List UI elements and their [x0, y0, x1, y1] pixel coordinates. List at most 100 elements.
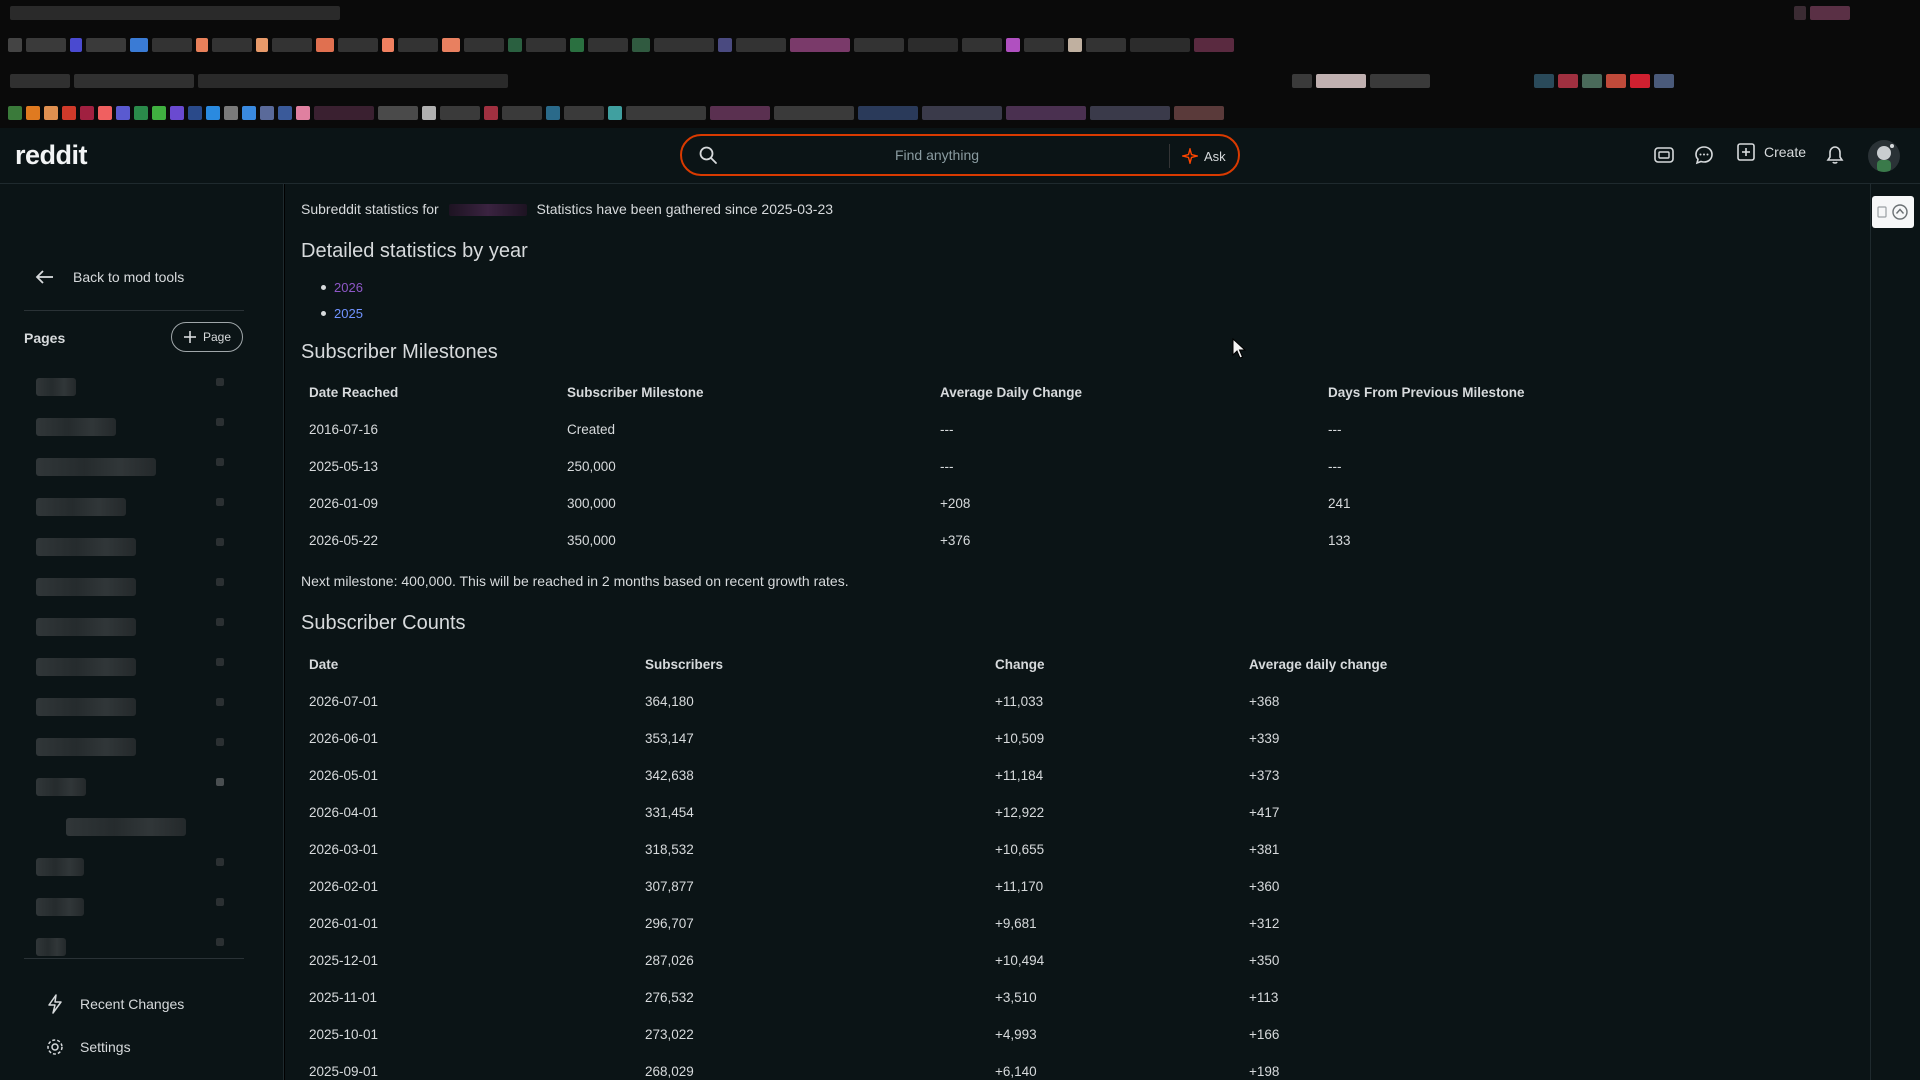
- table-cell: +4,993: [995, 1027, 1037, 1042]
- wiki-page-item[interactable]: [36, 938, 66, 956]
- add-page-label: Page: [202, 330, 232, 344]
- wiki-page-item[interactable]: [36, 458, 156, 476]
- sidebar: Back to mod tools Pages Page Recent Chan…: [0, 184, 284, 1080]
- wiki-page-item[interactable]: [36, 578, 136, 596]
- table-row: 2026-01-09 300,000 +208 241: [301, 485, 1601, 522]
- ask-button[interactable]: Ask: [1182, 144, 1226, 168]
- column-header: Average daily change: [1249, 657, 1388, 672]
- table-cell: 307,877: [645, 879, 694, 894]
- table-cell: 2016-07-16: [309, 422, 379, 437]
- table-cell: 2026-06-01: [309, 731, 379, 746]
- main-content: Subreddit statistics for Statistics have…: [285, 184, 1870, 1080]
- year-link-2025[interactable]: 2025: [334, 306, 363, 321]
- table-cell: +12,922: [995, 805, 1045, 820]
- table-cell: 2026-05-01: [309, 768, 379, 783]
- table-cell: 133: [1328, 533, 1351, 548]
- table-cell: Created: [567, 422, 616, 437]
- wiki-page-item[interactable]: [36, 898, 84, 916]
- user-avatar[interactable]: [1868, 140, 1900, 172]
- wiki-page-item[interactable]: [36, 738, 136, 756]
- back-to-mod-tools-link[interactable]: Back to mod tools: [35, 269, 184, 285]
- sparkle-icon: [1182, 148, 1198, 164]
- wiki-page-item[interactable]: [36, 858, 84, 876]
- browser-chrome: [0, 0, 1920, 128]
- settings-link[interactable]: Settings: [46, 1038, 131, 1056]
- table-cell: +166: [1249, 1027, 1280, 1042]
- table-cell: +6,140: [995, 1064, 1037, 1079]
- table-cell: 318,532: [645, 842, 694, 857]
- intro-prefix: Subreddit statistics for: [301, 201, 439, 217]
- wiki-page-item-marker: [216, 698, 224, 706]
- search-divider: [1169, 144, 1170, 168]
- address-bar[interactable]: [0, 70, 1920, 92]
- table-row: 2025-12-01 287,026 +10,494 +350: [301, 942, 1601, 979]
- table-cell: +350: [1249, 953, 1280, 968]
- wiki-page-item[interactable]: [36, 378, 76, 396]
- wiki-page-item[interactable]: [36, 538, 136, 556]
- table-cell: 276,532: [645, 990, 694, 1005]
- search-input[interactable]: [732, 140, 1142, 170]
- subscriber-counts-table: Date Subscribers Change Average daily ch…: [301, 646, 1601, 1080]
- wiki-page-item-marker: [216, 618, 224, 626]
- wiki-page-item[interactable]: [36, 778, 86, 796]
- table-cell: 2025-11-01: [309, 990, 378, 1005]
- redacted-subreddit-name: [448, 204, 527, 217]
- wiki-page-item[interactable]: [36, 698, 136, 716]
- sidebar-divider: [24, 310, 244, 311]
- table-cell: 2026-07-01: [309, 694, 379, 709]
- table-cell: +9,681: [995, 916, 1037, 931]
- table-cell: +11,170: [995, 879, 1044, 894]
- wiki-page-item-marker: [216, 778, 224, 786]
- scroll-to-top-button[interactable]: [1872, 196, 1914, 228]
- wiki-page-item[interactable]: [36, 498, 126, 516]
- table-cell: 300,000: [567, 496, 616, 511]
- create-button[interactable]: Create: [1736, 142, 1806, 162]
- recent-changes-link[interactable]: Recent Changes: [46, 994, 184, 1014]
- advertise-icon[interactable]: [1653, 144, 1675, 166]
- add-page-button[interactable]: Page: [171, 322, 243, 352]
- chat-icon[interactable]: [1693, 144, 1715, 166]
- chrome-row: [0, 2, 1920, 24]
- table-cell: +360: [1249, 879, 1280, 894]
- year-link-2026[interactable]: 2026: [334, 280, 363, 295]
- table-header-row: Date Reached Subscriber Milestone Averag…: [301, 374, 1601, 411]
- table-row: 2026-03-01 318,532 +10,655 +381: [301, 831, 1601, 868]
- wiki-page-subitem[interactable]: [66, 818, 186, 836]
- wiki-page-item[interactable]: [36, 618, 136, 636]
- table-cell: 342,638: [645, 768, 694, 783]
- table-row: 2026-07-01 364,180 +11,033 +368: [301, 683, 1601, 720]
- table-cell: 2025-12-01: [309, 953, 379, 968]
- wiki-page-item[interactable]: [36, 418, 116, 436]
- bell-icon[interactable]: [1824, 144, 1846, 166]
- avatar-icon: [1877, 144, 1894, 172]
- table-cell: +3,510: [995, 990, 1037, 1005]
- create-label: Create: [1764, 144, 1807, 160]
- reddit-logo[interactable]: reddit: [15, 140, 88, 171]
- table-cell: +339: [1249, 731, 1280, 746]
- search-bar[interactable]: Ask: [680, 134, 1240, 176]
- table-cell: 2026-01-01: [309, 916, 379, 931]
- table-cell: ---: [1328, 459, 1342, 474]
- search-icon: [699, 146, 717, 164]
- wiki-page-item[interactable]: [36, 658, 136, 676]
- wiki-page-item-marker: [216, 938, 224, 946]
- arrow-up-circle-icon: [1877, 204, 1908, 220]
- table-cell: ---: [1328, 422, 1342, 437]
- tab-strip[interactable]: [0, 34, 1920, 56]
- table-cell: +113: [1249, 990, 1279, 1005]
- table-cell: 364,180: [645, 694, 694, 709]
- bookmarks-bar[interactable]: [0, 102, 1920, 124]
- pages-heading: Pages: [24, 330, 66, 346]
- mouse-cursor-icon: [1232, 338, 1246, 359]
- table-cell: 287,026: [645, 953, 694, 968]
- recent-changes-label: Recent Changes: [80, 996, 185, 1012]
- site-header: reddit Ask Create: [0, 128, 1920, 184]
- column-header: Average Daily Change: [940, 385, 1083, 400]
- table-row: 2026-04-01 331,454 +12,922 +417: [301, 794, 1601, 831]
- counts-heading: Subscriber Counts: [301, 612, 466, 634]
- table-cell: 2025-05-13: [309, 459, 379, 474]
- column-header: Subscriber Milestone: [567, 385, 704, 400]
- table-cell: ---: [940, 459, 954, 474]
- column-header: Date: [309, 657, 339, 672]
- table-cell: 2026-03-01: [309, 842, 379, 857]
